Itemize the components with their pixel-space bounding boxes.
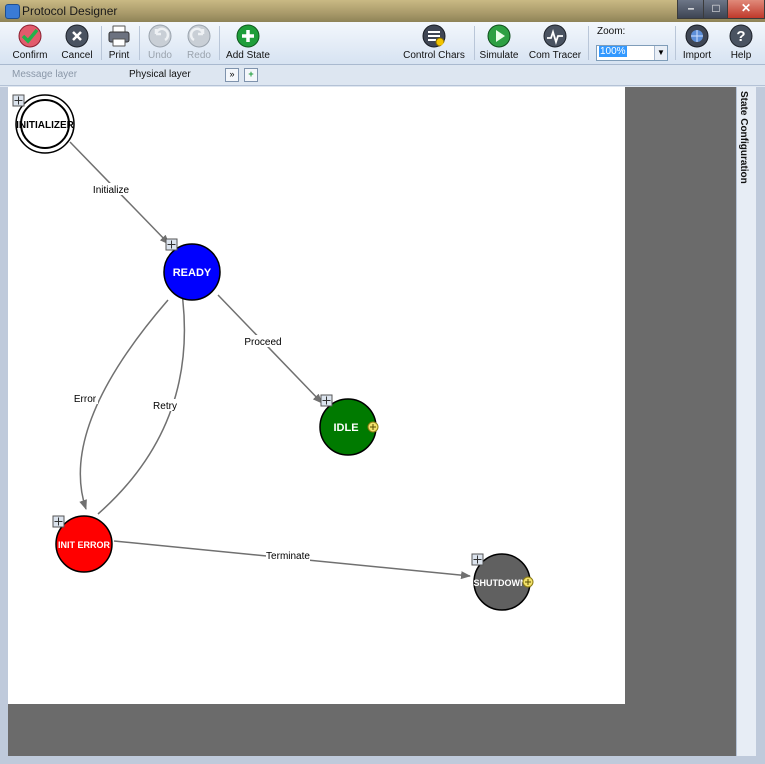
add-transition-icon[interactable] (522, 576, 534, 588)
transition-label: Terminate (266, 551, 310, 562)
import-icon (685, 24, 709, 48)
import-button[interactable]: Import (680, 24, 714, 62)
zoom-value: 100% (599, 46, 627, 57)
transition-initialize[interactable]: Initialize (69, 141, 170, 245)
close-button[interactable]: ✕ (727, 0, 765, 19)
window-title: Protocol Designer (22, 4, 118, 18)
state-label: INIT ERROR (58, 540, 111, 550)
minimize-button[interactable]: – (677, 0, 705, 19)
add-state-button[interactable]: Add State (225, 24, 271, 62)
transition-label: Proceed (244, 337, 281, 348)
zoom-label: Zoom: (597, 26, 626, 37)
printer-icon (108, 25, 130, 47)
cancel-button[interactable]: Cancel (58, 24, 96, 62)
transition-terminate[interactable]: Terminate (113, 540, 471, 580)
state-label: IDLE (333, 422, 358, 434)
tab-message-layer[interactable]: Message layer (6, 67, 83, 83)
confirm-icon (18, 24, 42, 48)
state-initializer[interactable]: INITIALIZER (12, 94, 75, 154)
state-diagram: Initialize Proceed Error Retry Terminate… (12, 94, 534, 611)
tab-dropdown-icon[interactable]: » (225, 68, 239, 82)
add-transition-icon[interactable] (367, 421, 379, 433)
transition-label: Error (74, 394, 97, 405)
toolbar-separator (474, 26, 475, 60)
svg-text:?: ? (736, 28, 745, 45)
panel-title: State Configuration (738, 91, 749, 184)
com-tracer-icon (543, 24, 567, 48)
toolbar-separator (139, 26, 140, 60)
simulate-button[interactable]: Simulate (478, 24, 520, 62)
move-handle-icon[interactable] (12, 94, 25, 107)
transition-label: Initialize (93, 185, 130, 196)
add-layer-icon[interactable]: + (244, 68, 258, 82)
help-button[interactable]: ? Help (727, 24, 755, 62)
move-handle-icon[interactable] (471, 553, 484, 566)
transition-proceed[interactable]: Proceed (217, 294, 323, 404)
maximize-button[interactable]: □ (703, 0, 729, 19)
zoom-select[interactable]: 100% ▼ (596, 45, 668, 61)
redo-icon (187, 24, 211, 48)
cancel-icon (65, 24, 89, 48)
toolbar-separator (675, 26, 676, 60)
title-bar: Protocol Designer – □ ✕ (0, 0, 765, 22)
state-label: SHUTDOWN (474, 578, 527, 588)
window-frame-bottom (0, 756, 765, 764)
chevron-down-icon[interactable]: ▼ (654, 46, 667, 60)
app-icon (5, 4, 20, 19)
toolbar-separator (219, 26, 220, 60)
help-icon: ? (729, 24, 753, 48)
confirm-button[interactable]: Confirm (6, 24, 54, 62)
window-frame-right (756, 87, 765, 764)
transition-retry[interactable]: Retry (97, 268, 186, 515)
transition-label: Retry (153, 401, 177, 412)
toolbar-separator (588, 26, 589, 60)
move-handle-icon[interactable] (320, 394, 333, 407)
diagram-canvas[interactable]: Initialize Proceed Error Retry Terminate… (8, 87, 625, 704)
undo-button[interactable]: Undo (144, 24, 176, 62)
state-label: READY (173, 267, 212, 279)
move-handle-icon[interactable] (52, 515, 65, 528)
window-frame-left (0, 87, 8, 764)
state-label: INITIALIZER (16, 120, 75, 131)
move-handle-icon[interactable] (165, 238, 178, 251)
undo-icon (148, 24, 172, 48)
com-tracer-button[interactable]: Com Tracer (528, 24, 582, 62)
redo-button[interactable]: Redo (183, 24, 215, 62)
play-icon (487, 24, 511, 48)
layer-tabs: Message layer Physical layer » + (0, 65, 765, 86)
tab-physical-layer[interactable]: Physical layer (123, 67, 197, 83)
control-chars-button[interactable]: Control Chars (403, 24, 465, 62)
control-chars-icon (422, 24, 446, 48)
state-shutdown[interactable]: SHUTDOWN (471, 553, 534, 611)
print-button[interactable]: Print (104, 24, 134, 62)
toolbar-separator (101, 26, 102, 60)
state-ready[interactable]: READY (163, 238, 221, 301)
state-configuration-panel[interactable]: State Configuration (736, 87, 757, 756)
add-icon (236, 24, 260, 48)
state-idle[interactable]: IDLE (319, 394, 379, 456)
state-init-error[interactable]: INIT ERROR (52, 515, 113, 573)
